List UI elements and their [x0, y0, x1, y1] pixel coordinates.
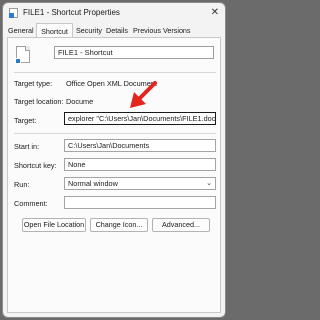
tab-details[interactable]: Details — [104, 25, 130, 37]
target-location-value: Docume — [66, 97, 94, 106]
properties-dialog: FILE1 - Shortcut Properties ✕ General Sh… — [2, 2, 226, 318]
tab-security[interactable]: Security — [74, 25, 104, 37]
document-shortcut-icon — [15, 46, 30, 64]
chevron-down-icon: ⌄ — [206, 180, 212, 187]
target-location-label: Target location: — [14, 97, 64, 106]
divider — [14, 72, 216, 73]
target-type-label: Target type: — [14, 79, 53, 88]
open-file-location-button[interactable]: Open File Location — [22, 218, 86, 232]
tab-shortcut[interactable]: Shortcut — [36, 23, 73, 38]
tab-strip: General Shortcut Security Details Previo… — [3, 23, 225, 38]
close-icon[interactable]: ✕ — [211, 7, 219, 18]
start-in-input[interactable]: C:\Users\Jan\Documents — [64, 139, 216, 152]
advanced-button[interactable]: Advanced... — [152, 218, 210, 232]
tab-general[interactable]: General — [6, 25, 36, 37]
comment-label: Comment: — [14, 199, 48, 208]
shortcut-panel: FILE1 - Shortcut Target type: Office Ope… — [7, 37, 221, 313]
annotation-arrow-icon — [130, 81, 157, 108]
divider — [14, 133, 216, 134]
target-label: Target: — [14, 116, 37, 125]
title-bar: FILE1 - Shortcut Properties ✕ — [3, 3, 225, 23]
run-label: Run: — [14, 180, 30, 189]
tab-previous-versions[interactable]: Previous Versions — [131, 25, 193, 37]
run-select-value: Normal window — [68, 179, 118, 188]
run-select[interactable]: Normal window ⌄ — [64, 177, 216, 190]
shortcut-key-label: Shortcut key: — [14, 161, 57, 170]
target-input[interactable]: explorer "C:\Users\Jan\Documents\FILE1.d… — [64, 112, 216, 125]
window-title: FILE1 - Shortcut Properties — [23, 8, 120, 17]
shortcut-name-field[interactable]: FILE1 - Shortcut — [54, 46, 214, 59]
comment-input[interactable] — [64, 196, 216, 209]
start-in-label: Start in: — [14, 142, 40, 151]
change-icon-button[interactable]: Change Icon... — [90, 218, 148, 232]
shortcut-file-icon — [9, 8, 18, 18]
shortcut-key-input[interactable]: None — [64, 158, 216, 171]
